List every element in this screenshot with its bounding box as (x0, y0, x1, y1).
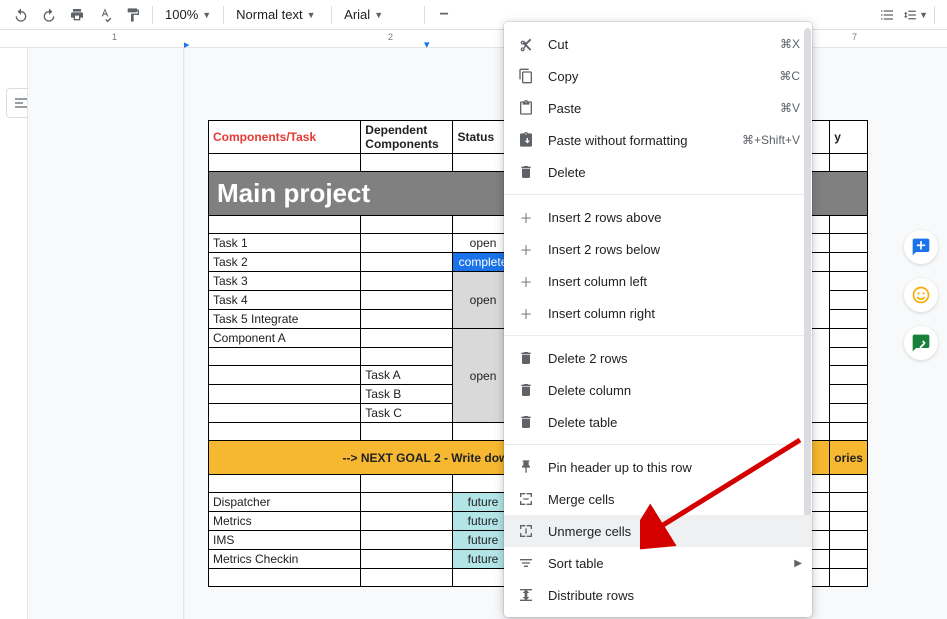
submenu-arrow-icon: ▶ (794, 558, 802, 569)
ctx-insert-rows-below[interactable]: ＋Insert 2 rows below (504, 233, 812, 265)
ruler-num-7: 7 (852, 32, 857, 42)
copy-icon (516, 66, 536, 86)
ctx-insert-rows-above[interactable]: ＋Insert 2 rows above (504, 201, 812, 233)
font-dropdown[interactable]: Arial▼ (338, 2, 418, 28)
ctx-sort-table[interactable]: Sort table▶ (504, 547, 812, 579)
spellcheck-button[interactable] (92, 2, 118, 28)
line-spacing-button[interactable]: ▼ (902, 2, 928, 28)
merge-icon (516, 489, 536, 509)
col-header-components[interactable]: Components/Task (209, 121, 361, 154)
paste-icon (516, 98, 536, 118)
ruler-num-1: 1 (112, 32, 117, 42)
col-header-dependent[interactable]: Dependent Components (361, 121, 453, 154)
ctx-insert-col-left[interactable]: ＋Insert column left (504, 265, 812, 297)
vertical-ruler (0, 48, 28, 619)
ctx-paste-plain[interactable]: Paste without formatting⌘+Shift+V (504, 124, 812, 156)
trash-icon (516, 412, 536, 432)
emoji-button[interactable] (904, 278, 938, 312)
redo-button[interactable] (36, 2, 62, 28)
print-button[interactable] (64, 2, 90, 28)
ctx-paste[interactable]: Paste⌘V (504, 92, 812, 124)
plus-icon: ＋ (516, 239, 536, 259)
plus-icon: ＋ (516, 271, 536, 291)
ruler-num-2: 2 (388, 32, 393, 42)
style-dropdown[interactable]: Normal text▼ (230, 2, 325, 28)
format-paint-button[interactable] (120, 2, 146, 28)
zoom-label: 100% (165, 7, 198, 22)
fontsize-minus[interactable]: − (431, 2, 457, 28)
context-menu: Cut⌘X Copy⌘C Paste⌘V Paste without forma… (504, 22, 812, 617)
ctx-delete-rows[interactable]: Delete 2 rows (504, 342, 812, 374)
plus-icon: ＋ (516, 207, 536, 227)
ctx-distribute-rows[interactable]: Distribute rows (504, 579, 812, 611)
add-comment-button[interactable] (904, 230, 938, 264)
suggest-edits-button[interactable] (904, 326, 938, 360)
sort-icon (516, 553, 536, 573)
ctx-delete-table[interactable]: Delete table (504, 406, 812, 438)
ctx-delete-column[interactable]: Delete column (504, 374, 812, 406)
unmerge-icon (516, 521, 536, 541)
ctx-delete[interactable]: Delete (504, 156, 812, 188)
pin-icon (516, 457, 536, 477)
zoom-dropdown[interactable]: 100%▼ (159, 2, 217, 28)
col-header-y[interactable]: y (830, 121, 868, 154)
ctx-cut[interactable]: Cut⌘X (504, 28, 812, 60)
font-label: Arial (344, 7, 370, 22)
ctx-pin-header[interactable]: Pin header up to this row (504, 451, 812, 483)
undo-button[interactable] (8, 2, 34, 28)
trash-icon (516, 380, 536, 400)
ctx-copy[interactable]: Copy⌘C (504, 60, 812, 92)
trash-icon (516, 348, 536, 368)
plus-icon: ＋ (516, 303, 536, 323)
ctx-unmerge-cells[interactable]: Unmerge cells (504, 515, 812, 547)
delete-icon (516, 162, 536, 182)
side-rail (901, 230, 941, 360)
paste-plain-icon (516, 130, 536, 150)
ctx-insert-col-right[interactable]: ＋Insert column right (504, 297, 812, 329)
checklist-button[interactable] (874, 2, 900, 28)
ctx-merge-cells[interactable]: Merge cells (504, 483, 812, 515)
style-label: Normal text (236, 7, 302, 22)
distribute-icon (516, 585, 536, 605)
cut-icon (516, 34, 536, 54)
